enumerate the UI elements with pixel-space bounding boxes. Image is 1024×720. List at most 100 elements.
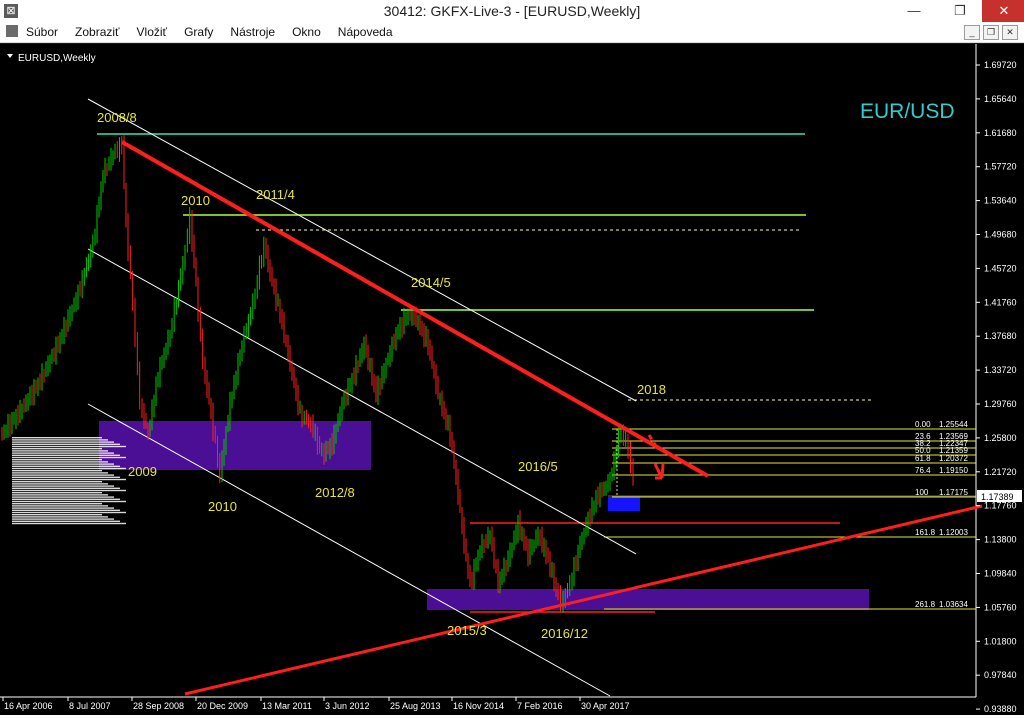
fib-price-label: 1.25544 [939, 420, 968, 429]
symbol-dropdown-icon[interactable] [7, 54, 13, 58]
order-label-line [12, 487, 120, 489]
order-label-line [12, 507, 114, 509]
menu-file[interactable]: Súbor [26, 25, 58, 39]
title-bar: ⊠ 30412: GKFX-Live-3 - [EURUSD,Weekly] —… [0, 0, 1024, 22]
label-2012-8: 2012/8 [315, 485, 355, 500]
price-tick-label: 1.33720 [984, 365, 1017, 375]
chart-window[interactable]: EURUSD,Weekly EUR/USD 0.00 1.25544 23.6 1.2… [0, 43, 1024, 715]
order-label-line [12, 489, 126, 492]
label-2011-4: 2011/4 [256, 187, 295, 202]
price-tick-label: 1.09840 [984, 569, 1017, 579]
order-label-line [12, 445, 126, 448]
price-tick-label: 1.41760 [984, 297, 1017, 307]
order-label-line [12, 503, 102, 505]
order-label-line [12, 452, 114, 454]
time-tick-label: 16 Nov 2014 [453, 701, 504, 711]
label-2016-5: 2016/5 [518, 459, 558, 474]
fib-level-label: 61.8 [915, 454, 931, 463]
label-2010-top: 2010 [181, 193, 210, 208]
price-tick-label: 1.65640 [984, 94, 1017, 104]
order-label-line [12, 456, 126, 459]
chart-close-button[interactable]: ✕ [1002, 25, 1018, 40]
order-label-line [12, 485, 114, 487]
chart-window-icon[interactable] [6, 25, 18, 37]
time-tick-label: 28 Sep 2008 [133, 701, 184, 711]
price-tick-label: 1.05760 [984, 602, 1017, 612]
order-label-line [12, 514, 102, 516]
time-tick-label: 13 Mar 2011 [262, 701, 312, 711]
current-price-text: 1.17389 [981, 492, 1014, 502]
order-label-line [12, 474, 114, 476]
menu-insert[interactable]: Vložiť [137, 25, 168, 39]
order-label-line [12, 494, 108, 496]
price-tick-label: 1.69720 [984, 60, 1017, 70]
time-tick-label: 16 Apr 2006 [4, 701, 53, 711]
menu-view[interactable]: Zobraziť [75, 25, 120, 39]
order-label-line [12, 454, 120, 456]
price-tick-label: 1.13800 [984, 535, 1017, 545]
label-2018: 2018 [637, 382, 666, 397]
menu-help[interactable]: Nápoveda [338, 25, 393, 39]
chart-minimize-button[interactable]: _ [964, 25, 980, 40]
fib-level-label: 261.8 [915, 600, 936, 609]
order-label-line [12, 459, 102, 461]
time-tick-label: 30 Apr 2017 [581, 701, 630, 711]
order-label-line [12, 478, 126, 481]
fib-price-label: 1.12003 [939, 528, 968, 537]
order-label-line [12, 518, 114, 520]
menu-bar: Súbor Zobraziť Vložiť Grafy Nástroje Okn… [0, 22, 1024, 43]
label-2016-12: 2016/12 [541, 626, 588, 641]
order-label-line [12, 511, 126, 514]
close-button[interactable]: ✕ [982, 0, 1024, 22]
order-label-line [12, 461, 108, 463]
price-tick-label: 1.29760 [984, 399, 1017, 409]
label-2009: 2009 [128, 464, 157, 479]
label-2014-5: 2014/5 [411, 275, 451, 290]
minimize-button[interactable]: — [892, 0, 936, 22]
time-tick-label: 25 Aug 2013 [390, 701, 441, 711]
time-axis: 16 Apr 2006 8 Jul 2007 28 Sep 2008 20 Dec 2… [2, 697, 630, 711]
down-arrow-icon [653, 463, 665, 480]
order-label-line [12, 483, 108, 485]
menu-tools[interactable]: Nástroje [230, 25, 275, 39]
watermark-label: EUR/USD [860, 100, 955, 123]
symbol-label: EURUSD,Weekly [18, 53, 96, 64]
label-2015-3: 2015/3 [447, 623, 487, 638]
price-tick-label: 0.93880 [984, 704, 1017, 714]
time-tick-label: 7 Feb 2016 [517, 701, 563, 711]
price-chart[interactable]: EURUSD,Weekly EUR/USD 0.00 1.2554423.6 1.2… [0, 44, 1024, 715]
price-tick-label: 1.21720 [984, 467, 1017, 477]
fib-level-label: 100 [915, 488, 929, 497]
time-tick-label: 8 Jul 2007 [69, 701, 111, 711]
menu-window[interactable]: Okno [292, 25, 321, 39]
window-title: 30412: GKFX-Live-3 - [EURUSD,Weekly] [383, 3, 641, 19]
price-tick-label: 1.53640 [984, 196, 1017, 206]
channel-middle-line [87, 248, 637, 555]
order-label-line [12, 463, 114, 465]
order-label-line [12, 498, 120, 500]
order-label-line [12, 522, 126, 525]
order-label-line [12, 516, 108, 518]
maximize-button[interactable]: ❐ [938, 0, 982, 22]
order-label-line [12, 467, 126, 470]
order-label-line [12, 470, 102, 472]
time-tick-label: 20 Dec 2009 [197, 701, 248, 711]
fib-price-label: 1.20372 [939, 454, 968, 463]
price-tick-label: 1.37680 [984, 331, 1017, 341]
order-label-line [12, 439, 108, 441]
price-tick-label: 1.25800 [984, 433, 1017, 443]
chart-restore-button[interactable]: ❐ [983, 25, 999, 40]
fib-level-label: 161.8 [915, 528, 936, 537]
fib-price-label: 1.17175 [939, 488, 968, 497]
order-label-line [12, 505, 108, 507]
order-label-line [12, 448, 102, 450]
menu-charts[interactable]: Grafy [184, 25, 213, 39]
label-2008-8: 2008/8 [97, 110, 137, 125]
order-label-line [12, 476, 120, 478]
price-tick-label: 0.97840 [984, 670, 1017, 680]
order-label-line [12, 441, 114, 443]
order-label-line [12, 472, 108, 474]
order-label-line [12, 500, 126, 503]
candlestick-series [1, 135, 634, 613]
price-tick-label: 1.45720 [984, 263, 1017, 273]
